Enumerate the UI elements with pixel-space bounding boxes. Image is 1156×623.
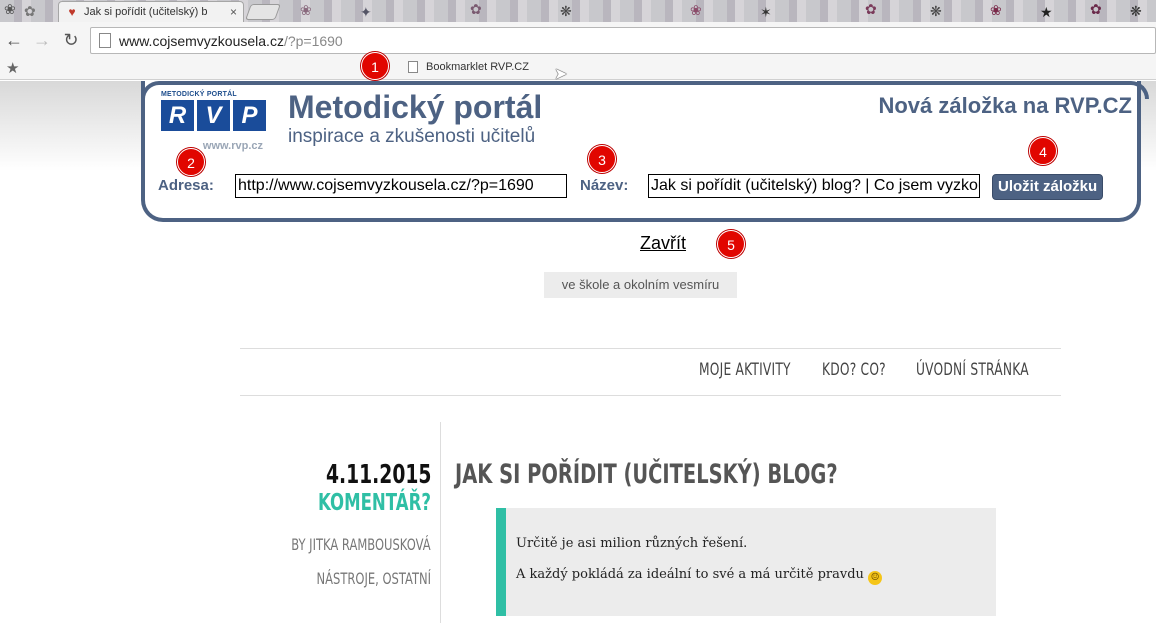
divider: [240, 395, 1061, 396]
marker-2: 2: [177, 148, 205, 176]
decor-icon: ✶: [760, 4, 772, 20]
reload-icon[interactable]: ↻: [60, 29, 82, 51]
decor-icon: ✿: [1090, 1, 1102, 17]
nav-uvodni-stranka[interactable]: ÚVODNÍ STRÁNKA: [916, 360, 1029, 380]
decor-icon: ❀: [300, 2, 312, 18]
bookmark-label: Bookmarklet RVP.CZ: [426, 61, 529, 73]
tab-title: Jak si pořídit (učitelský) b: [84, 6, 208, 18]
logo-letter: V: [197, 100, 230, 131]
site-tagline: ve škole a okolním vesmíru: [544, 272, 737, 298]
post-title[interactable]: JAK SI POŘÍDIT (UČITELSKÝ) BLOG?: [455, 459, 838, 490]
bookmarks-bar: ★ Bookmarklet RVP.CZ: [0, 58, 1156, 80]
decor-icon: ❋: [930, 3, 942, 19]
decor-icon: ✿: [470, 1, 482, 17]
favicon-icon: ♥: [68, 5, 76, 19]
page-icon: [408, 61, 418, 73]
meta-divider: [440, 422, 441, 623]
url-path: /?p=1690: [283, 32, 343, 49]
marker-5: 5: [717, 230, 745, 258]
smiley-icon: ☺: [868, 571, 883, 585]
marker-1: 1: [361, 52, 389, 80]
address-bar[interactable]: www.cojsemvyzkousela.cz /?p=1690: [90, 27, 1156, 54]
nav-kdo-co[interactable]: KDO? CO?: [822, 360, 886, 380]
logo-letter: P: [233, 100, 266, 131]
browser-toolbar: ← → ↻ www.cojsemvyzkousela.cz /?p=1690: [0, 22, 1156, 58]
back-icon[interactable]: ←: [3, 29, 25, 51]
address-field[interactable]: http://www.cojsemvyzkousela.cz/?p=1690: [235, 174, 567, 198]
marker-3: 3: [588, 145, 616, 173]
name-label: Název:: [580, 177, 629, 194]
logo-small-text: METODICKÝ PORTÁL: [161, 91, 237, 98]
page-icon: [99, 33, 111, 48]
browser-tab-active[interactable]: ♥ Jak si pořídit (učitelský) b ×: [58, 1, 244, 22]
save-bookmark-button[interactable]: Uložit záložku: [992, 174, 1104, 200]
decor-icon: ★: [1040, 4, 1053, 20]
portal-subtitle: inspirace a zkušenosti učitelů: [288, 126, 536, 147]
decor-icon: ✦: [360, 4, 372, 20]
post-date: 4.11.2015: [325, 460, 431, 490]
decor-icon: ❋: [560, 3, 572, 19]
quote-line-2: A každý pokládá za ideální to své a má u…: [516, 567, 996, 585]
name-field[interactable]: Jak si pořídit (učitelský) blog? | Co js…: [648, 174, 980, 198]
logo-letter: R: [161, 100, 194, 131]
comment-link[interactable]: KOMENTÁŘ?: [318, 490, 431, 516]
decor-icon: ❀: [690, 2, 702, 18]
marker-4: 4: [1029, 137, 1057, 165]
close-link[interactable]: Zavřít: [640, 233, 686, 254]
bookmarklet-rvp[interactable]: Bookmarklet RVP.CZ: [408, 61, 529, 73]
quote-text: A každý pokládá za ideální to své a má u…: [516, 567, 864, 582]
post-categories[interactable]: NÁSTROJE, OSTATNÍ: [317, 569, 431, 588]
logo-url: www.rvp.cz: [202, 140, 263, 152]
quote-line: Určitě je asi milion různých řešení.: [516, 536, 748, 551]
divider: [240, 348, 1061, 349]
rvp-bookmark-panel: METODICKÝ PORTÁL R V P www.rvp.cz Metodi…: [141, 81, 1149, 222]
address-label: Adresa:: [158, 177, 214, 194]
decor-icon: ✿: [865, 1, 877, 17]
post-author[interactable]: BY JITKA RAMBOUSKOVÁ: [292, 535, 431, 554]
portal-title: Metodický portál: [288, 89, 543, 125]
decor-icon: ✿: [24, 3, 36, 19]
browser-tabstrip: ❀ ✿ ❀ ✦ ✿ ❋ ❀ ✶ ✿ ❋ ❀ ★ ✿ ❋ ♥ Jak si poř…: [0, 0, 1156, 22]
star-icon[interactable]: ★: [6, 59, 19, 77]
panel-heading: Nová záložka na RVP.CZ: [878, 93, 1132, 118]
url-host: www.cojsemvyzkousela.cz: [119, 32, 284, 49]
mouse-cursor-icon: ➤: [554, 66, 568, 83]
new-tab-button[interactable]: [245, 4, 281, 20]
decor-icon: ❀: [4, 1, 16, 17]
decor-icon: ❀: [990, 2, 1002, 18]
close-tab-icon[interactable]: ×: [230, 5, 237, 19]
rvp-logo: METODICKÝ PORTÁL R V P www.rvp.cz: [161, 91, 271, 152]
decor-icon: ❋: [1130, 3, 1142, 19]
forward-icon[interactable]: →: [31, 29, 53, 51]
nav-moje-aktivity[interactable]: MOJE AKTIVITY: [699, 360, 791, 380]
post-quote: Určitě je asi milion různých řešení. A k…: [496, 508, 996, 616]
